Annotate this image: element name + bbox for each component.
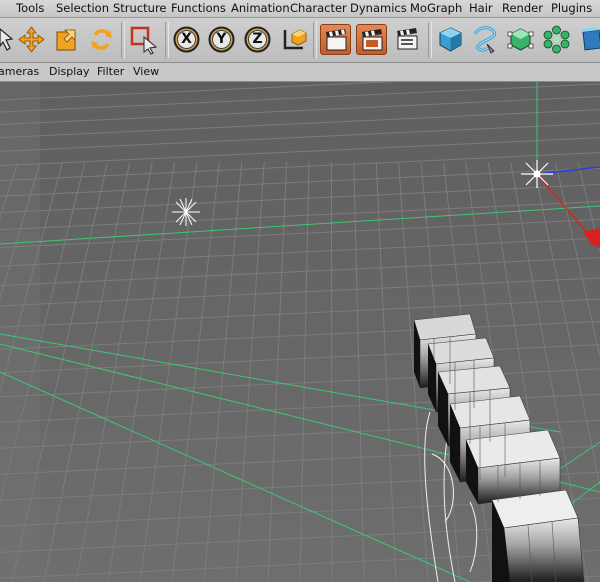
x-axis-lock-button[interactable]: X <box>171 24 202 55</box>
scale-box-icon <box>56 29 76 51</box>
viewport-canvas[interactable] <box>0 82 600 582</box>
viewport-left-shade <box>0 82 40 582</box>
toolbar-separator <box>313 22 317 58</box>
viewport-menu-filter[interactable]: Filter <box>97 65 124 79</box>
render-settings-button[interactable] <box>392 24 423 55</box>
render-view-button[interactable] <box>320 24 351 55</box>
perspective-viewport[interactable] <box>0 82 600 582</box>
axis-z-label: Z <box>252 31 263 47</box>
menu-dynamics[interactable]: Dynamics <box>350 1 407 16</box>
menu-animation[interactable]: Animation <box>231 1 290 16</box>
spline-pen-icon <box>473 26 497 54</box>
clapboard-icon <box>326 29 347 51</box>
menu-render[interactable]: Render <box>502 1 543 16</box>
deformer-button[interactable] <box>577 24 600 55</box>
live-selection-button[interactable] <box>0 24 15 55</box>
viewport-menubar: ameras Display Filter View <box>0 63 600 82</box>
scale-tool-button[interactable] <box>51 24 82 55</box>
cube-object-button[interactable] <box>435 24 466 55</box>
toolbar-separator <box>165 22 169 58</box>
recent-tools-button[interactable] <box>128 24 159 55</box>
move-arrows-icon <box>18 26 45 53</box>
cursor-arrow-icon <box>0 28 14 51</box>
array-object-button[interactable] <box>541 24 572 55</box>
grid-line <box>330 161 333 582</box>
coordinate-system-icon <box>283 29 307 50</box>
menu-functions[interactable]: Functions <box>171 1 226 16</box>
y-axis-lock-button[interactable]: Y <box>206 24 237 55</box>
render-to-picture-viewer-button[interactable] <box>356 24 387 55</box>
z-axis-lock-button[interactable]: Z <box>242 24 273 55</box>
menu-tools[interactable]: Tools <box>16 1 44 16</box>
menu-mograph[interactable]: MoGraph <box>410 1 462 16</box>
deformer-icon <box>581 27 600 51</box>
axis-y-label: Y <box>216 31 227 47</box>
subdivision-cube-icon <box>507 28 534 51</box>
menu-plugins[interactable]: Plugins <box>551 1 592 16</box>
recent-tools-icon <box>130 26 158 55</box>
menu-character[interactable]: Character <box>290 1 347 16</box>
viewport-menu-cameras[interactable]: ameras <box>0 65 39 79</box>
clapboard-picture-icon <box>362 29 383 51</box>
nurbs-object-button[interactable] <box>505 24 536 55</box>
spline-object-button[interactable] <box>470 24 501 55</box>
viewport-menu-view[interactable]: View <box>133 65 159 79</box>
light-object-left[interactable] <box>172 198 200 226</box>
toolbar-separator <box>121 22 125 58</box>
cube-icon <box>439 27 462 52</box>
rotate-arrows-icon <box>91 29 112 50</box>
main-menubar: Tools Selection Structure Functions Anim… <box>0 0 600 18</box>
main-toolbar: X Y Z <box>0 18 600 63</box>
clapboard-settings-icon <box>397 28 418 50</box>
rotate-tool-button[interactable] <box>86 24 117 55</box>
array-spheres-icon <box>543 25 570 54</box>
toolbar-separator <box>428 22 432 58</box>
menu-structure[interactable]: Structure <box>113 1 167 16</box>
menu-selection[interactable]: Selection <box>56 1 109 16</box>
coordinate-system-button[interactable] <box>278 24 309 55</box>
move-tool-button[interactable] <box>16 24 47 55</box>
viewport-menu-display[interactable]: Display <box>49 65 90 79</box>
axis-x-label: X <box>181 31 192 47</box>
menu-hair[interactable]: Hair <box>469 1 493 16</box>
